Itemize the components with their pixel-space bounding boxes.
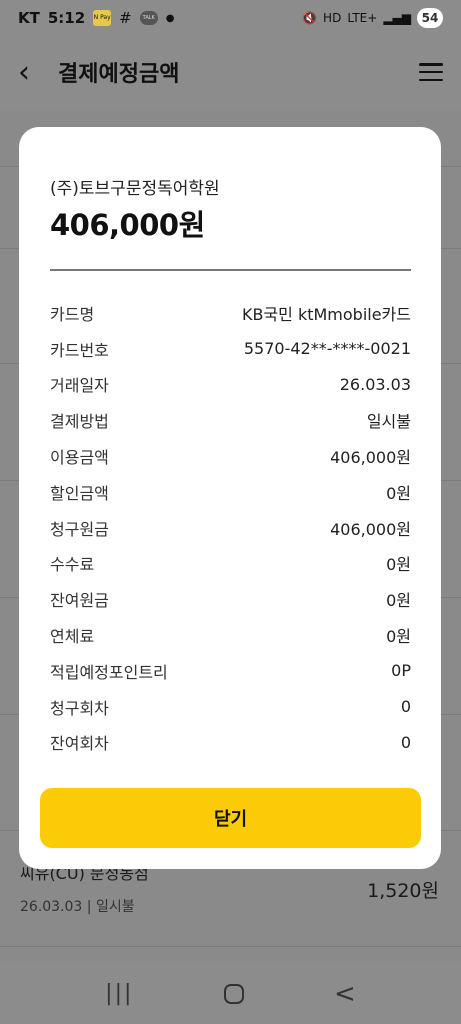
more-notifications-icon: ● — [165, 12, 175, 24]
detail-row-remaining-installment: 잔여회차 0 — [50, 725, 411, 761]
mute-icon: 🔇 — [302, 11, 318, 25]
detail-label: 청구회차 — [50, 698, 109, 718]
divider — [50, 269, 411, 271]
detail-value: 0원 — [386, 627, 411, 647]
detail-label: 수수료 — [50, 555, 95, 575]
detail-row-usage-amount: 이용금액 406,000원 — [50, 438, 411, 474]
app-header: ‹ 결제예정금액 — [0, 36, 461, 108]
payment-detail-modal: (주)토브구문정독어학원 406,000원 카드명 KB국민 ktMmobile… — [19, 127, 441, 869]
detail-value: 0원 — [386, 591, 411, 611]
detail-list: 카드명 KB국민 ktMmobile카드 카드번호 5570-42**-****… — [50, 295, 411, 760]
detail-row-transaction-date: 거래일자 26.03.03 — [50, 367, 411, 403]
detail-row-billing-installment: 청구회차 0 — [50, 689, 411, 725]
detail-label: 잔여원금 — [50, 591, 109, 611]
system-nav-bar: ||| < — [0, 963, 461, 1024]
detail-row-card-number: 카드번호 5570-42**-****-0021 — [50, 331, 411, 367]
battery-icon: 54 — [417, 8, 443, 28]
detail-value: 406,000원 — [330, 519, 411, 539]
signal-icon: ▂▄▆ — [383, 11, 411, 25]
detail-value: 406,000원 — [330, 448, 411, 468]
home-icon[interactable] — [223, 983, 244, 1004]
page-title: 결제예정금액 — [58, 62, 180, 87]
detail-label: 적립예정포인트리 — [50, 662, 168, 682]
detail-value: 0원 — [386, 483, 411, 503]
recent-apps-icon[interactable]: ||| — [105, 981, 133, 1006]
close-button[interactable]: 닫기 — [40, 788, 421, 848]
detail-row-payment-method: 결제방법 일시불 — [50, 402, 411, 438]
back-arrow-icon[interactable]: ‹ — [18, 55, 46, 90]
hash-notification-icon: # — [119, 9, 132, 27]
detail-row-card-name: 카드명 KB국민 ktMmobile카드 — [50, 295, 411, 331]
detail-row-expected-points: 적립예정포인트리 0P — [50, 653, 411, 689]
detail-value: 26.03.03 — [339, 374, 411, 394]
status-bar: KT 5:12 N Pay # TALK ● 🔇 HD LTE+ ▂▄▆ 54 — [0, 0, 461, 36]
detail-row-remaining-principal: 잔여원금 0원 — [50, 581, 411, 617]
merchant-name: (주)토브구문정독어학원 — [50, 179, 220, 199]
detail-value: KB국민 ktMmobile카드 — [241, 304, 411, 324]
background-date-method: 26.03.03 | 일시불 — [20, 899, 135, 915]
network-label: LTE+ — [347, 11, 378, 25]
nav-back-icon[interactable]: < — [334, 979, 356, 1009]
detail-label: 카드명 — [50, 304, 95, 324]
detail-label: 할인금액 — [50, 483, 109, 503]
detail-row-discount-amount: 할인금액 0원 — [50, 474, 411, 510]
detail-value: 5570-42**-****-0021 — [243, 339, 411, 359]
detail-row-billing-principal: 청구원금 406,000원 — [50, 510, 411, 546]
detail-label: 청구원금 — [50, 519, 109, 539]
hd-icon: HD — [323, 11, 342, 25]
detail-label: 거래일자 — [50, 376, 109, 396]
detail-value: 0 — [400, 732, 411, 752]
background-amount: 1,520원 — [367, 880, 439, 902]
detail-label: 잔여회차 — [50, 734, 109, 754]
detail-value: 일시불 — [366, 412, 411, 432]
detail-label: 카드번호 — [50, 340, 109, 360]
list-divider — [0, 946, 461, 947]
detail-label: 결제방법 — [50, 412, 109, 432]
hamburger-menu-icon[interactable] — [419, 63, 443, 81]
detail-row-fee: 수수료 0원 — [50, 546, 411, 582]
clock: 5:12 — [47, 9, 86, 27]
detail-value: 0원 — [386, 555, 411, 575]
detail-value: 0 — [400, 697, 411, 717]
total-amount: 406,000원 — [50, 208, 205, 242]
carrier-label: KT — [18, 9, 40, 27]
pay-notification-icon: N Pay — [93, 10, 112, 26]
detail-label: 이용금액 — [50, 448, 109, 468]
detail-value: 0P — [391, 661, 411, 681]
detail-label: 연체료 — [50, 627, 95, 647]
talk-notification-icon: TALK — [139, 11, 158, 25]
detail-row-late-fee: 연체료 0원 — [50, 617, 411, 653]
